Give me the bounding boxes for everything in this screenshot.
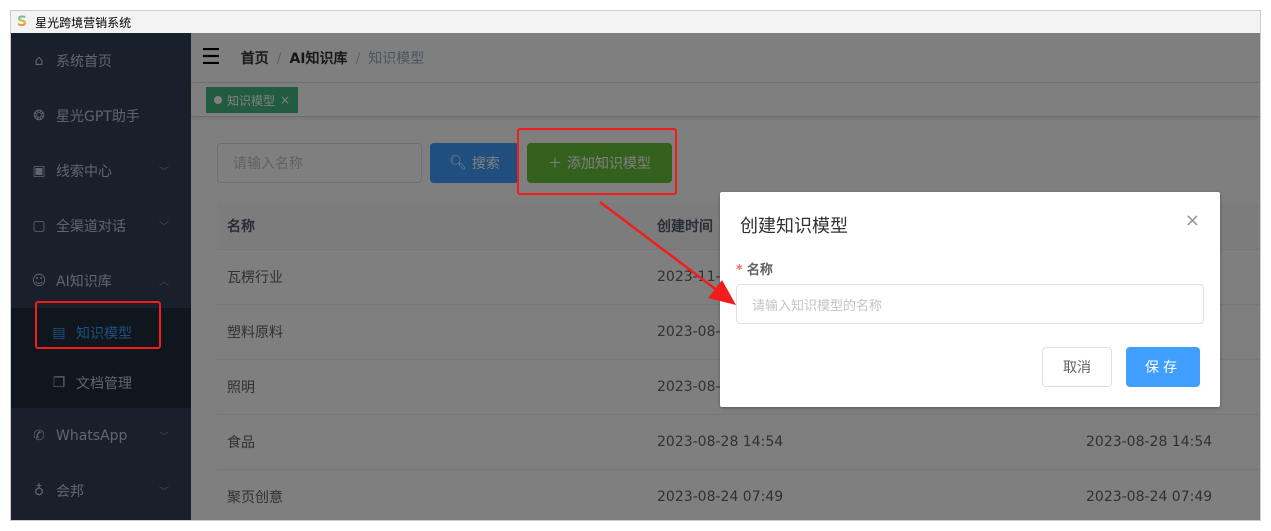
annotation-arrow xyxy=(599,201,736,305)
